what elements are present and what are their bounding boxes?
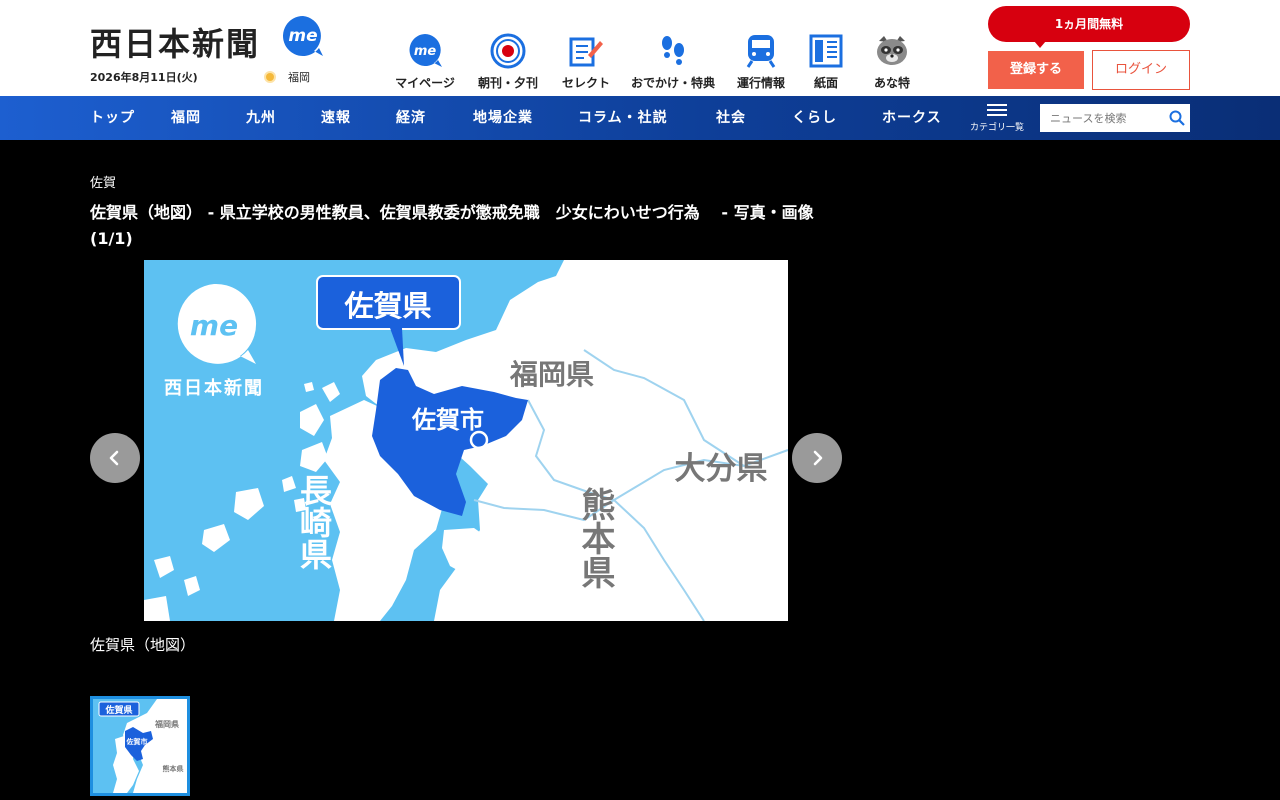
breadcrumb[interactable]: 佐賀 — [90, 172, 116, 191]
map-brand-label: 西日本新聞 — [164, 377, 264, 399]
nav-item-kyushu[interactable]: 九州 — [246, 96, 276, 140]
newspaper-edition-icon — [488, 32, 528, 70]
map-city-label: 佐賀市 — [411, 406, 484, 434]
current-date: 2026年8月11日(火) — [90, 71, 198, 84]
search-button[interactable] — [1164, 104, 1190, 132]
thumbnail-city-label: 佐賀市 — [126, 737, 148, 746]
quick-nav-traffic[interactable]: 運行情報 — [724, 28, 798, 90]
thumbnail-callout-label: 佐賀県 — [104, 704, 132, 716]
saga-map-thumbnail: 佐賀県 佐賀市 福岡県 熊本県 — [93, 699, 187, 793]
me-logo-icon[interactable]: me — [281, 14, 325, 58]
map-oita-label: 大分県 — [675, 451, 768, 487]
prev-image-button[interactable] — [90, 433, 140, 483]
train-icon — [741, 32, 781, 70]
chevron-left-icon — [109, 450, 119, 466]
login-button[interactable]: ログイン — [1092, 50, 1190, 90]
saga-map-image: 佐賀県 佐賀市 福岡県 大分県 熊本県 長崎県 me 西日本新聞 — [144, 260, 788, 621]
hamburger-icon — [987, 104, 1007, 116]
quick-nav-label: マイページ — [395, 76, 455, 90]
quick-nav-label: 運行情報 — [736, 76, 785, 90]
nav-item-column[interactable]: コラム・社説 — [578, 96, 668, 140]
nav-item-local-business[interactable]: 地場企業 — [473, 96, 533, 140]
thumbnail-fukuoka-label: 福岡県 — [154, 719, 179, 729]
quick-nav-label: 朝刊・夕刊 — [477, 76, 538, 90]
quick-nav-outing[interactable]: おでかけ・特典 — [622, 28, 724, 90]
sun-icon — [264, 71, 276, 83]
quick-nav-select[interactable]: セレクト — [550, 28, 622, 90]
search-icon — [1169, 110, 1185, 126]
search-input[interactable] — [1040, 104, 1164, 132]
map-callout-label: 佐賀県 — [343, 289, 431, 323]
free-trial-badge: 1ヵ月間無料 — [988, 6, 1190, 48]
raccoon-icon — [872, 32, 912, 70]
paper-page-icon — [806, 32, 846, 70]
map-brand-badge: me — [190, 309, 238, 342]
weather[interactable]: 福岡 — [264, 69, 310, 85]
map-kumamoto-label: 熊本県 — [575, 486, 615, 589]
category-menu-button[interactable]: カテゴリ一覧 — [968, 102, 1026, 136]
weather-location: 福岡 — [288, 71, 310, 84]
quick-nav-mypage[interactable]: me マイページ — [384, 28, 466, 90]
quick-nav-edition[interactable]: 朝刊・夕刊 — [466, 28, 550, 90]
quick-nav-label: おでかけ・特典 — [630, 76, 715, 90]
me-icon: me — [405, 32, 445, 70]
next-image-button[interactable] — [792, 433, 842, 483]
nav-item-economy[interactable]: 経済 — [396, 96, 426, 140]
svg-text:me: me — [288, 26, 317, 46]
category-menu-label: カテゴリ一覧 — [969, 123, 1024, 133]
nav-item-society[interactable]: 社会 — [716, 96, 746, 140]
photo-thumbnail[interactable]: 佐賀県 佐賀市 福岡県 熊本県 — [90, 696, 190, 796]
page-title: 佐賀県（地図） - 県立学校の男性教員、佐賀県教委が懲戒免職 少女にわいせつ行為… — [90, 203, 814, 248]
site-logo[interactable]: 西日本新聞 — [90, 24, 260, 64]
nav-item-top[interactable]: トップ — [90, 96, 135, 140]
chevron-right-icon — [813, 450, 823, 466]
quick-nav-label: 紙面 — [813, 76, 838, 90]
map-nagasaki-label: 長崎県 — [295, 474, 333, 570]
nav-item-breaking[interactable]: 速報 — [321, 96, 351, 140]
select-pen-icon — [566, 32, 606, 70]
search-box — [1040, 104, 1190, 132]
quick-nav-label: あな特 — [873, 76, 910, 90]
photo-caption: 佐賀県（地図） — [90, 636, 196, 654]
quick-nav-paper[interactable]: 紙面 — [798, 28, 854, 90]
thumbnail-kumamoto-label: 熊本県 — [163, 764, 184, 773]
site-header: 西日本新聞 me 2026年8月11日(火) 福岡 me マイページ 朝刊・夕刊 — [0, 0, 1280, 96]
register-button[interactable]: 登録する — [988, 51, 1084, 89]
quick-nav-label: セレクト — [561, 76, 610, 90]
quick-nav: me マイページ 朝刊・夕刊 セレクト おでかけ・特典 運行情報 紙面 あな特 — [384, 28, 930, 90]
nav-item-hawks[interactable]: ホークス — [882, 96, 942, 140]
article-photo: 佐賀県 佐賀市 福岡県 大分県 熊本県 長崎県 me 西日本新聞 — [144, 260, 788, 621]
quick-nav-anatoku[interactable]: あな特 — [854, 28, 930, 90]
svg-text:me: me — [414, 44, 437, 59]
nav-item-life[interactable]: くらし — [792, 96, 837, 140]
footprints-icon — [653, 32, 693, 70]
nav-item-fukuoka[interactable]: 福岡 — [171, 96, 201, 140]
map-fukuoka-label: 福岡県 — [509, 358, 594, 391]
